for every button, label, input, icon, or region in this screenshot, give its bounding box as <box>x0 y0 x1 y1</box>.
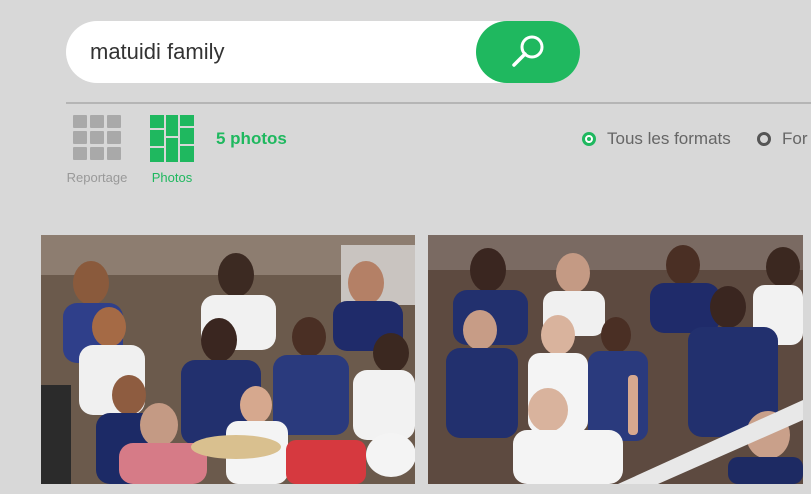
view-photos-label: Photos <box>151 170 193 185</box>
photo-thumbnail-1[interactable] <box>41 235 415 484</box>
view-photos-button[interactable]: Photos <box>145 115 199 185</box>
mosaic-icon <box>150 115 194 162</box>
search-input[interactable] <box>90 21 470 83</box>
grid-icon <box>73 115 121 162</box>
photo-thumbnail-2[interactable] <box>428 235 803 484</box>
magnifier-icon <box>512 35 544 67</box>
format-option-all[interactable]: Tous les formats <box>582 129 731 149</box>
search-bar <box>66 21 580 83</box>
radio-selected-icon <box>582 132 596 146</box>
format-option-other-label: For <box>782 129 808 148</box>
divider <box>66 102 811 104</box>
format-option-all-label: Tous les formats <box>607 129 731 148</box>
format-option-other[interactable]: For <box>757 129 808 149</box>
crowd-photo-icon <box>428 235 803 484</box>
radio-unselected-icon <box>757 132 771 146</box>
view-reportage-button[interactable]: Reportage <box>62 115 132 185</box>
result-count: 5 photos <box>216 129 287 148</box>
crowd-photo-icon <box>41 235 415 484</box>
search-button[interactable] <box>476 21 580 83</box>
view-reportage-label: Reportage <box>66 170 128 185</box>
